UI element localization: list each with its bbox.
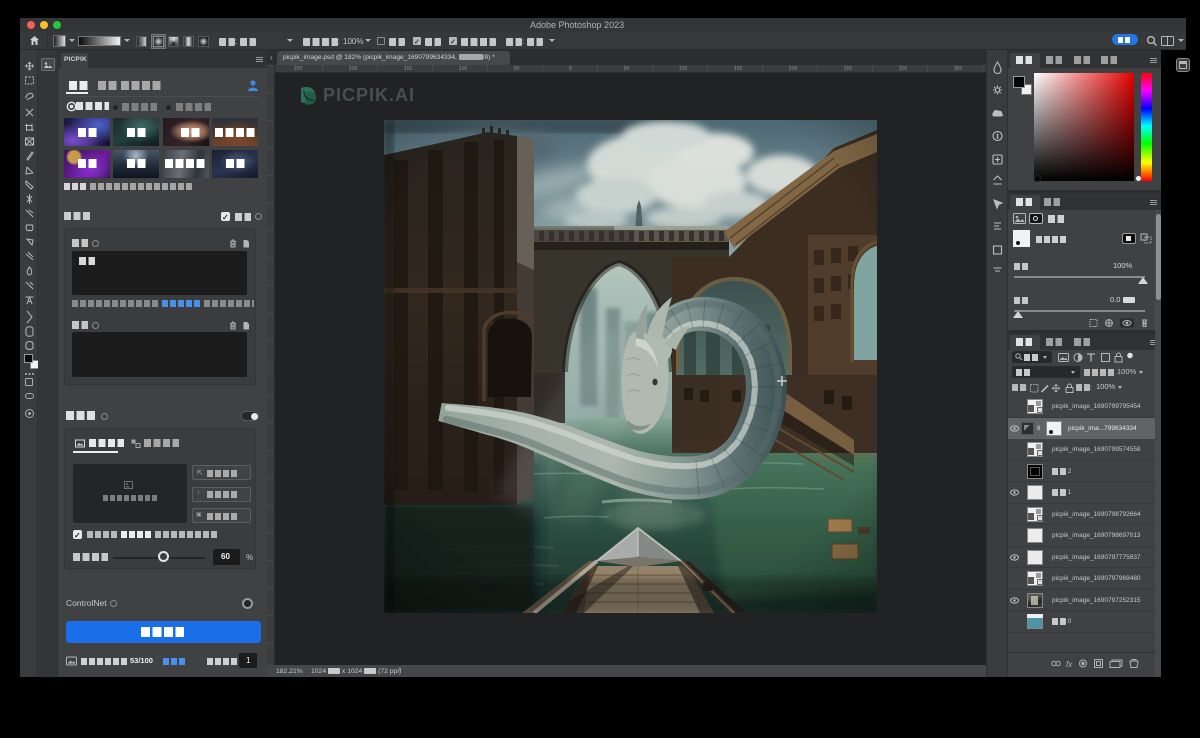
svg-text:fx: fx [1066, 660, 1073, 669]
